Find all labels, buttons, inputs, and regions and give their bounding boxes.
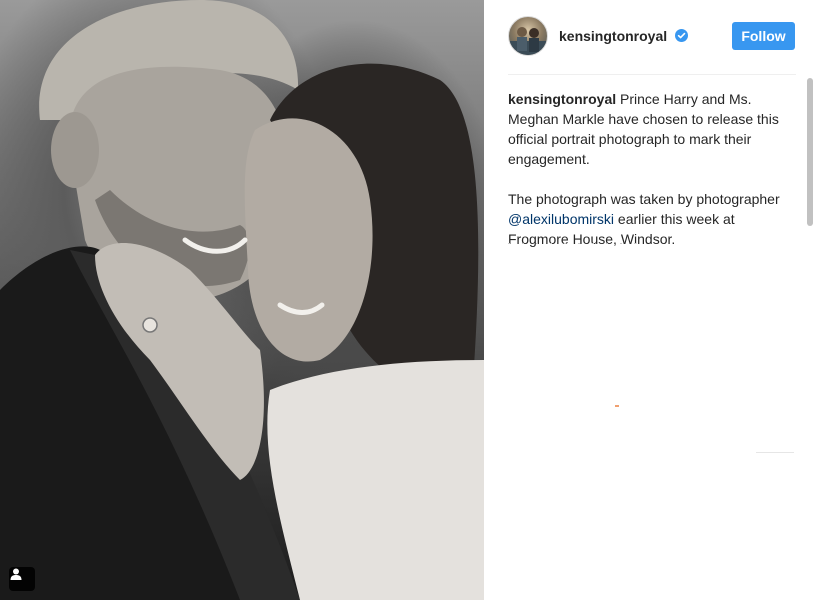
follow-button[interactable]: Follow (732, 22, 795, 50)
post-caption: kensingtonroyal Prince Harry and Ms. Meg… (508, 89, 784, 269)
header-divider (508, 74, 796, 75)
header-username[interactable]: kensingtonroyal (559, 28, 667, 44)
post-details-panel: kensingtonroyal Follow kensingtonroyal P… (484, 0, 817, 600)
mention-link[interactable]: @alexilubomirski (508, 211, 614, 227)
photo-illustration (0, 0, 484, 600)
loading-line (508, 243, 643, 244)
scrollbar-thumb[interactable] (807, 78, 813, 226)
caption-paragraph-1: kensingtonroyal Prince Harry and Ms. Meg… (508, 89, 784, 169)
loading-dot (615, 405, 619, 407)
caption-username[interactable]: kensingtonroyal (508, 91, 616, 107)
post-header: kensingtonroyal Follow (484, 0, 817, 74)
avatar[interactable] (508, 16, 548, 56)
verified-badge-icon (675, 29, 688, 42)
user-tag-icon[interactable] (9, 567, 35, 591)
caption-paragraph-2: The photograph was taken by photographer… (508, 189, 784, 249)
caption-scrollbar[interactable] (806, 76, 813, 456)
caption-text-2a: The photograph was taken by photographer (508, 191, 780, 207)
bottom-rule (756, 452, 794, 453)
post-photo[interactable] (0, 0, 484, 600)
